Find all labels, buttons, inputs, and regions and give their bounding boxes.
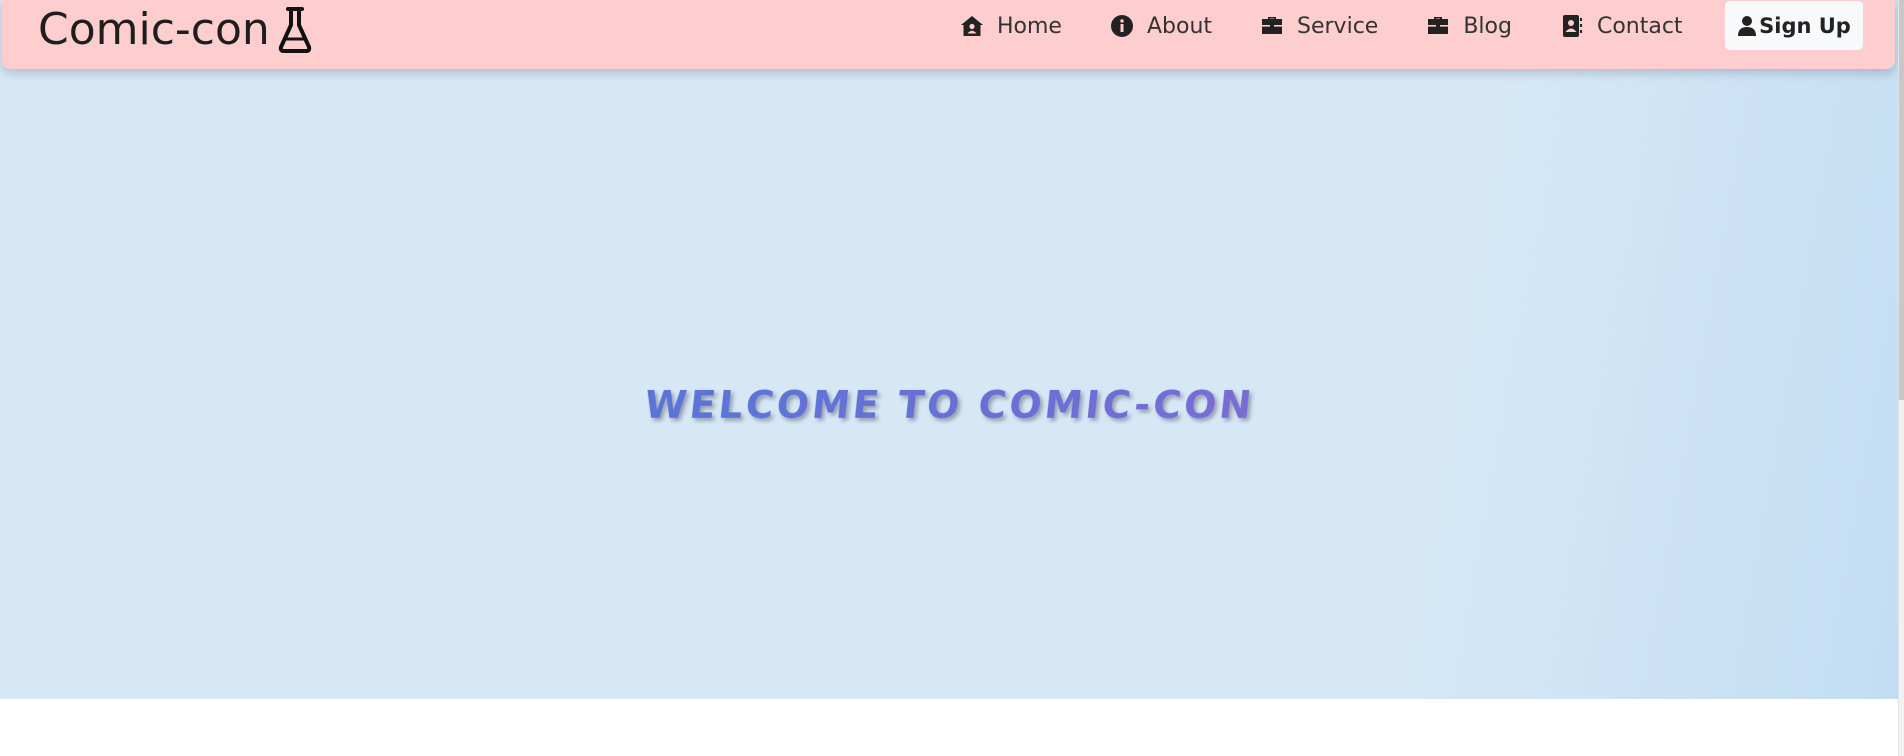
nav-label-contact: Contact [1596, 13, 1683, 39]
briefcase-icon [1428, 17, 1449, 34]
hero-section: WELCOME TO COMIC-CON [0, 0, 1899, 699]
nav-menu: Home About Service Blog Contact [960, 0, 1731, 52]
nav-label-service: Service [1297, 13, 1379, 39]
address-book-icon [1562, 15, 1582, 37]
nav-item-service[interactable]: Service [1260, 14, 1378, 39]
page-scrollbar[interactable] [1898, 0, 1904, 756]
signup-button[interactable]: Sign Up [1725, 1, 1863, 50]
brand-logo[interactable]: Comic-con [38, 2, 314, 58]
nav-item-about[interactable]: About [1110, 14, 1212, 39]
signup-label: Sign Up [1759, 13, 1851, 38]
nav-label-home: Home [997, 13, 1062, 39]
navbar: Comic-con Home About Service Blog Contac… [2, 0, 1895, 69]
page: WELCOME TO COMIC-CON Comic-con Home Abou… [0, 0, 1904, 756]
house-user-icon [961, 16, 983, 36]
nav-item-blog[interactable]: Blog [1426, 14, 1512, 39]
flask-icon [278, 7, 311, 53]
briefcase-icon [1262, 17, 1283, 34]
brand-name: Comic-con [38, 4, 270, 55]
nav-label-blog: Blog [1463, 13, 1512, 39]
hero-title: WELCOME TO COMIC-CON [0, 383, 1901, 427]
nav-label-about: About [1146, 13, 1213, 39]
scrollbar-thumb[interactable] [1899, 0, 1904, 400]
nav-item-contact[interactable]: Contact [1560, 14, 1683, 39]
nav-item-home[interactable]: Home [960, 14, 1062, 39]
info-circle-icon [1110, 15, 1133, 37]
user-icon [1738, 15, 1757, 36]
